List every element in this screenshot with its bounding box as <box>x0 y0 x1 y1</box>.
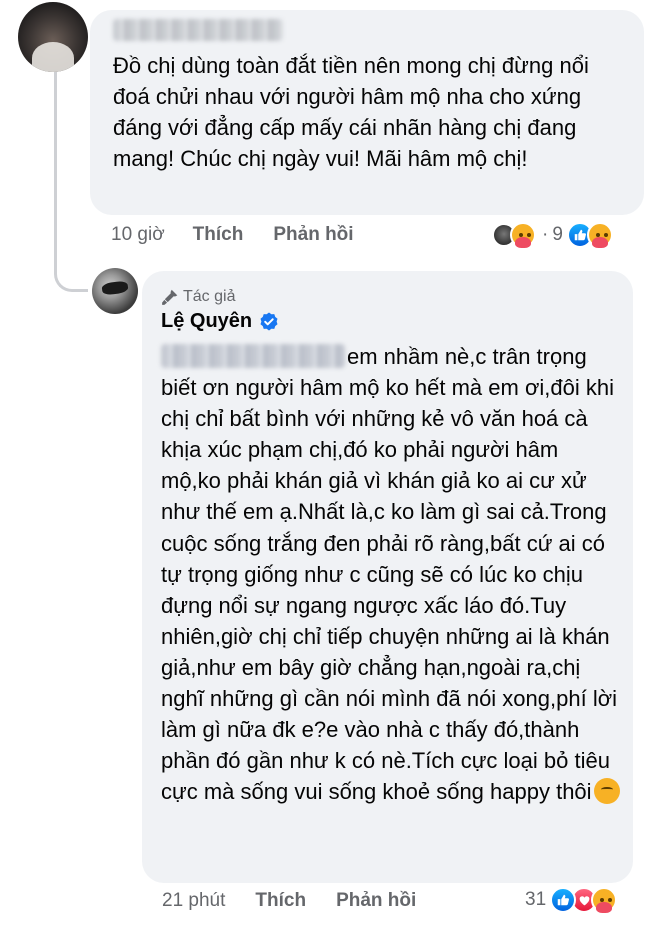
reaction-count: 9 <box>552 224 563 245</box>
author-avatar[interactable] <box>92 268 138 314</box>
reply-reply-button[interactable]: Phản hồi <box>336 890 416 912</box>
reply-reactions[interactable]: 31 <box>525 887 618 913</box>
reply-time[interactable]: 21 phút <box>162 890 225 912</box>
smiling-hearts-emoji <box>593 778 650 821</box>
care-reaction-icon <box>510 222 536 248</box>
mic-icon <box>162 289 178 305</box>
care-reaction-icon <box>586 222 613 248</box>
comment-actions: 10 giờ Thích Phản hồi <box>111 224 354 246</box>
comment-bubble: Đồ chị dùng toàn đắt tiền nên mong chị đ… <box>90 10 644 215</box>
author-badge: Tác giả <box>161 288 235 306</box>
verified-icon <box>260 312 278 330</box>
thread-connector <box>54 72 88 292</box>
reply-bubble: Tác giả Lệ Quyên em nhầm nè,c trân trọng… <box>142 271 650 883</box>
comment-reactions[interactable]: · 9 <box>492 222 613 248</box>
reply-reaction-count: 31 <box>525 889 547 910</box>
reply-button[interactable]: Phản hồi <box>273 224 353 246</box>
like-button[interactable]: Thích <box>193 224 244 246</box>
comment-text: Đồ chị dùng toàn đắt tiền nên mong chị đ… <box>113 53 589 171</box>
reply-text: em nhầm nè,c trân trọng biết ơn người hâ… <box>161 341 650 821</box>
commenter-avatar[interactable] <box>18 2 88 72</box>
author-badge-label: Tác giả <box>183 288 236 305</box>
reply-text-body: em nhầm nè,c trân trọng biết ơn người hâ… <box>161 344 618 805</box>
like-reaction-icon <box>550 887 577 913</box>
author-name-label[interactable]: Lệ Quyên <box>161 310 252 333</box>
reaction-separator: · <box>542 224 549 245</box>
reply-like-button[interactable]: Thích <box>255 890 306 912</box>
comment-time[interactable]: 10 giờ <box>111 224 165 246</box>
reply-actions: 21 phút Thích Phản hồi <box>162 890 416 912</box>
care-reaction-icon <box>591 887 618 913</box>
commenter-name-blurred[interactable] <box>113 19 283 41</box>
author-name[interactable]: Lệ Quyên <box>161 310 279 333</box>
